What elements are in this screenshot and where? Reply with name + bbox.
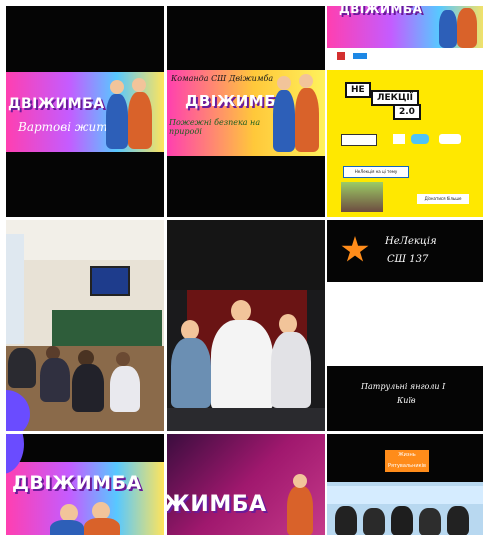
tile-caption-top: Команда СШ Двіжимба [171,74,274,83]
grid-tile-1[interactable]: ДВІЖИМБА Вартові життя [6,6,164,217]
grid-tile-8[interactable]: ЖИМБА [167,434,325,535]
card-bottom-2: Київ [397,396,416,405]
tile-top-banner: ДВІЖИМБА [327,6,483,48]
tile-banner: ДВІЖИМБА Вартові життя [6,72,164,152]
tile-title: ДВІЖИМБА [12,472,142,494]
tile-caption-bottom: Пожежні безпека на природі [169,118,261,136]
classroom-ceiling [6,220,164,260]
grid-tile-3[interactable]: ДВІЖИМБА НЕ ЛЕКЦІЇ 2.0 НеЛекція на ці те… [327,6,483,217]
star-icon [341,236,369,262]
water-banner [327,486,483,504]
card-bottom-1: Патрульні янголи І [361,382,446,391]
chalkboard [52,310,162,346]
floor [167,408,325,431]
card-line-1: НеЛекція [385,236,437,247]
bottom-card: Патрульні янголи І Київ [327,366,483,431]
lecture-poster: НЕ ЛЕКЦІЇ 2.0 НеЛекція на ці тему Дізнат… [327,70,483,217]
event-photo [341,182,383,212]
orange-sign: Жизнь Рятувальників [385,450,429,472]
top-card: НеЛекція СШ 137 [327,220,483,282]
tile-title: ЖИМБА [167,492,267,517]
info-strip: НеЛекція на ці тему [343,166,409,178]
tv-screen [90,266,130,296]
classroom-window [6,234,24,344]
logo-row [341,134,471,148]
tile-title: ДВІЖИМБА [8,96,105,112]
back-wall [167,220,325,290]
tile-banner: ДВІЖИМБА [6,462,164,535]
grid-tile-2[interactable]: Команда СШ Двіжимба ДВІЖИМБА Пожежні без… [167,6,325,217]
grid-tile-7[interactable]: ДВІЖИМБА [6,434,164,535]
footer-button[interactable]: Дізнатися більше [417,194,469,204]
card-line-2: СШ 137 [387,254,429,265]
grid-tile-6[interactable]: НеЛекція СШ 137 Патрульні янголи І Київ [327,220,483,431]
post-grid: ДВІЖИМБА Вартові життя Команда СШ Двіжим… [6,6,483,535]
title-ne: НЕ [345,82,371,98]
tile-top-title: ДВІЖИМБА [339,6,423,16]
grid-tile-5[interactable] [167,220,325,431]
title-version: 2.0 [393,104,421,120]
partner-logos [333,52,483,64]
tile-banner: Команда СШ Двіжимба ДВІЖИМБА Пожежні без… [167,70,325,156]
grid-tile-4[interactable] [6,220,164,431]
grid-tile-9[interactable]: Жизнь Рятувальників [327,434,483,535]
